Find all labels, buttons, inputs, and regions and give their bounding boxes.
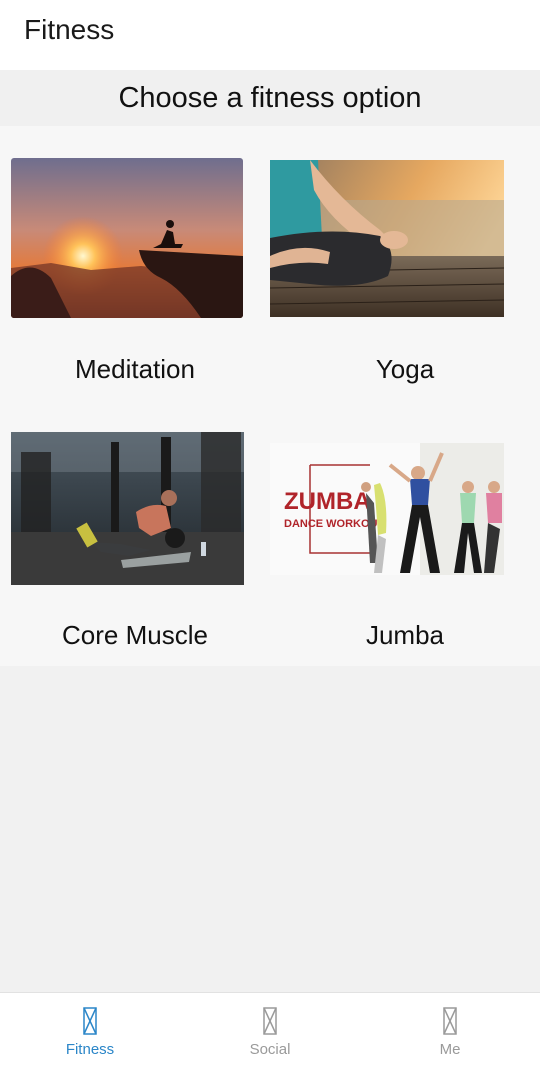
fitness-option-jumba[interactable]: ZUMBA DANCE WORKOUT Jumba bbox=[270, 396, 540, 666]
app-title: Fitness bbox=[24, 14, 115, 45]
social-tab-icon bbox=[263, 1007, 277, 1035]
jumba-label: Jumba bbox=[365, 620, 445, 650]
nav-label-me: Me bbox=[439, 1041, 461, 1058]
me-tab-icon bbox=[443, 1007, 457, 1035]
section-title: Choose a fitness option bbox=[118, 81, 422, 114]
fitness-option-meditation[interactable]: Meditation bbox=[0, 126, 270, 396]
zumba-title-text: ZUMBA bbox=[284, 488, 371, 515]
fitness-option-yoga[interactable]: Yoga bbox=[270, 126, 540, 396]
app-bar: Fitness bbox=[0, 0, 540, 70]
jumba-image[interactable]: ZUMBA DANCE WORKOUT bbox=[270, 443, 504, 575]
yoga-label: Yoga bbox=[375, 354, 435, 384]
meditation-label: Meditation bbox=[75, 354, 195, 384]
fitness-tab-icon bbox=[83, 1007, 97, 1035]
yoga-image[interactable] bbox=[270, 160, 504, 317]
meditation-image[interactable] bbox=[11, 158, 243, 318]
nav-tab-fitness[interactable]: Fitness bbox=[0, 993, 180, 1072]
core-muscle-label: Core Muscle bbox=[62, 620, 208, 650]
nav-tab-social[interactable]: Social bbox=[180, 993, 360, 1072]
nav-label-fitness: Fitness bbox=[65, 1041, 115, 1058]
nav-tab-me[interactable]: Me bbox=[360, 993, 540, 1072]
fitness-options-grid: Meditation Yoga Core Muscle ZUMBA DANCE … bbox=[0, 126, 540, 666]
bottom-navigation: Fitness Social Me bbox=[0, 992, 540, 1072]
fitness-option-core-muscle[interactable]: Core Muscle bbox=[0, 396, 270, 666]
section-header: Choose a fitness option bbox=[0, 70, 540, 126]
core-muscle-image[interactable] bbox=[11, 432, 244, 585]
nav-label-social: Social bbox=[249, 1041, 291, 1058]
